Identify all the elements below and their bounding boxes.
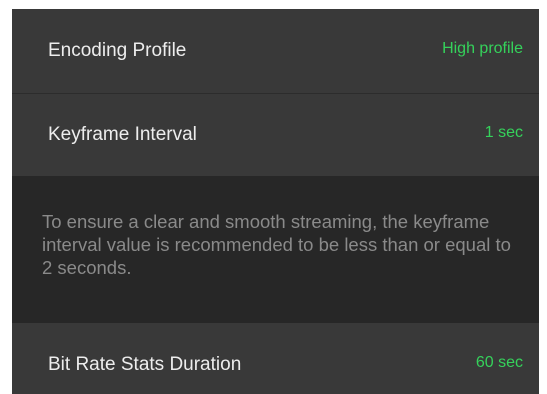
- keyframe-hint-box: To ensure a clear and smooth streaming, …: [12, 176, 539, 323]
- bit-rate-stats-duration-row[interactable]: Bit Rate Stats Duration 60 sec: [12, 323, 539, 394]
- keyframe-interval-value: 1 sec: [484, 124, 523, 141]
- keyframe-hint-text: To ensure a clear and smooth streaming, …: [42, 211, 511, 278]
- bit-rate-stats-duration-label: Bit Rate Stats Duration: [48, 354, 242, 375]
- keyframe-interval-label: Keyframe Interval: [48, 124, 197, 145]
- encoding-profile-label: Encoding Profile: [48, 40, 187, 61]
- bit-rate-stats-duration-value: 60 sec: [475, 354, 523, 371]
- encoding-profile-row[interactable]: Encoding Profile High profile: [12, 9, 539, 93]
- settings-panel: Encoding Profile High profile Keyframe I…: [12, 9, 539, 394]
- encoding-profile-value: High profile: [442, 40, 523, 57]
- keyframe-interval-row[interactable]: Keyframe Interval 1 sec: [12, 94, 539, 176]
